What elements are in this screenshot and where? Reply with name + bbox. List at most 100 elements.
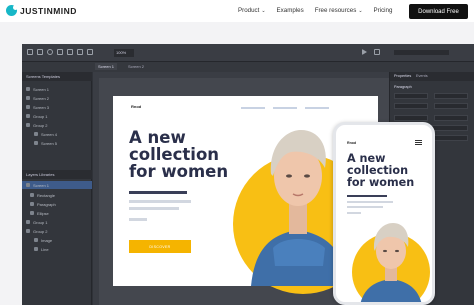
web-text-line [129,191,187,194]
image-icon [34,238,38,242]
screen-item[interactable]: Screen 2 [26,94,49,102]
layer-item[interactable]: Group 1 [26,218,47,226]
tab-properties[interactable]: Properties [394,74,411,78]
property-field[interactable] [394,93,428,99]
property-field[interactable] [394,115,428,121]
tab-templates[interactable]: Templates [42,74,60,79]
screen-icon [26,87,30,91]
play-icon[interactable] [362,49,367,55]
folder-item[interactable]: Group 1 [26,112,47,120]
editor-toolbar: 100% [22,44,474,62]
layer-item[interactable]: Rectangle [30,191,55,199]
nav-link-product[interactable]: Product ⌄ [238,7,266,14]
line-tool-icon[interactable] [57,49,63,55]
phone-text-line [347,206,383,208]
download-free-button[interactable]: Download Free [409,4,468,19]
layer-item[interactable]: Image [34,236,52,244]
web-title: A new collection for women [129,129,228,180]
web-text-line [129,207,179,210]
layer-item[interactable]: Paragraph [30,200,56,208]
layer-item-label: Group 1 [33,219,48,225]
web-nav-link[interactable] [241,107,265,109]
phone-text-line [347,212,361,214]
toolbar-search[interactable] [394,50,449,55]
tab-libraries[interactable]: Libraries [39,172,54,177]
paragraph-icon [30,202,34,206]
nav-link-label: Examples [276,7,304,14]
nav-links: Product ⌄ Examples Free resources ⌄ Pricin… [238,7,403,14]
phone-mockup: Rnod A new collection for women [333,122,435,305]
layer-item-label: Ellipse [37,210,49,216]
screen-icon [26,183,30,187]
layers-panel-header: Layers Libraries [22,170,92,179]
ellipse-tool-icon[interactable] [47,49,53,55]
tab-layers[interactable]: Layers [26,172,38,177]
justinmind-logo[interactable]: JUSTINMIND [6,5,77,16]
property-field[interactable] [434,103,468,109]
layer-item-label: Group 2 [33,228,48,234]
nav-link-free-resources[interactable]: Free resources ⌄ [315,7,363,14]
chevron-down-icon: ⌄ [261,8,266,14]
screen-item[interactable]: Screen 1 [26,85,49,93]
layer-item[interactable]: Ellipse [30,209,49,217]
web-nav-link[interactable] [305,107,329,109]
layer-item-label: Rectangle [37,192,56,198]
line-icon [34,247,38,251]
folder-icon [26,123,30,127]
layer-item[interactable]: Screen 1 [22,181,92,189]
horizontal-ruler [93,72,389,78]
tab-screen-2[interactable]: Screen 2 [125,63,147,70]
web-title-line: A new [129,128,186,147]
screen-icon [26,96,30,100]
nav-link-examples[interactable]: Examples [277,7,304,14]
web-text-line [129,200,191,203]
properties-tabs: Properties Events [390,72,474,81]
screen-icon [34,132,38,136]
web-nav-link[interactable] [273,107,297,109]
folder-item-label: Group 1 [33,113,48,119]
nav-link-label: Product [238,7,260,14]
vertical-ruler [93,72,99,305]
folder-item[interactable]: Group 2 [26,121,47,129]
add-icon[interactable] [87,49,93,55]
woman-photo [360,223,422,302]
chevron-down-icon: ⌄ [358,8,363,14]
share-icon[interactable] [374,49,380,55]
screen-item[interactable]: Screen 4 [34,130,57,138]
web-text-line [129,218,147,221]
screen-item[interactable]: Screen 3 [26,103,49,111]
property-field[interactable] [434,115,468,121]
tab-screens[interactable]: Screens [26,74,41,79]
web-logo: Rnod [131,104,142,109]
nav-link-pricing[interactable]: Pricing [374,7,393,14]
tab-events[interactable]: Events [416,74,428,78]
layer-item-label: Screen 1 [33,182,50,188]
layer-item[interactable]: Group 2 [26,227,47,235]
layer-item-label: Image [41,237,53,243]
pointer-tool-icon[interactable] [27,49,33,55]
discover-button[interactable]: DISCOVER [129,240,191,253]
layer-item-label: Paragraph [37,201,56,207]
layer-item[interactable]: Line [34,245,49,253]
rectangle-tool-icon[interactable] [37,49,43,55]
image-tool-icon[interactable] [77,49,83,55]
property-field[interactable] [394,103,428,109]
logo-text: JUSTINMIND [20,5,77,16]
text-tool-icon[interactable] [67,49,73,55]
screen-item-label: Screen 1 [33,86,50,92]
folder-icon [26,220,30,224]
property-field[interactable] [434,93,468,99]
layer-item-label: Line [41,246,49,252]
logo-icon [6,5,18,16]
screens-panel-header: Screens Templates [22,72,92,81]
screen-item-label: Screen 4 [41,131,58,137]
tab-screen-1[interactable]: Screen 1 [95,63,118,70]
web-title-line: collection [129,145,220,164]
phone-title-line: for women [347,176,415,189]
nav-link-label: Free resources [314,7,357,14]
hamburger-menu-icon[interactable] [415,140,422,145]
screen-item[interactable]: Screen 5 [34,139,57,147]
screen-item-label: Screen 5 [41,140,58,146]
folder-item-label: Group 2 [33,122,48,128]
zoom-select[interactable]: 100% [114,49,134,57]
